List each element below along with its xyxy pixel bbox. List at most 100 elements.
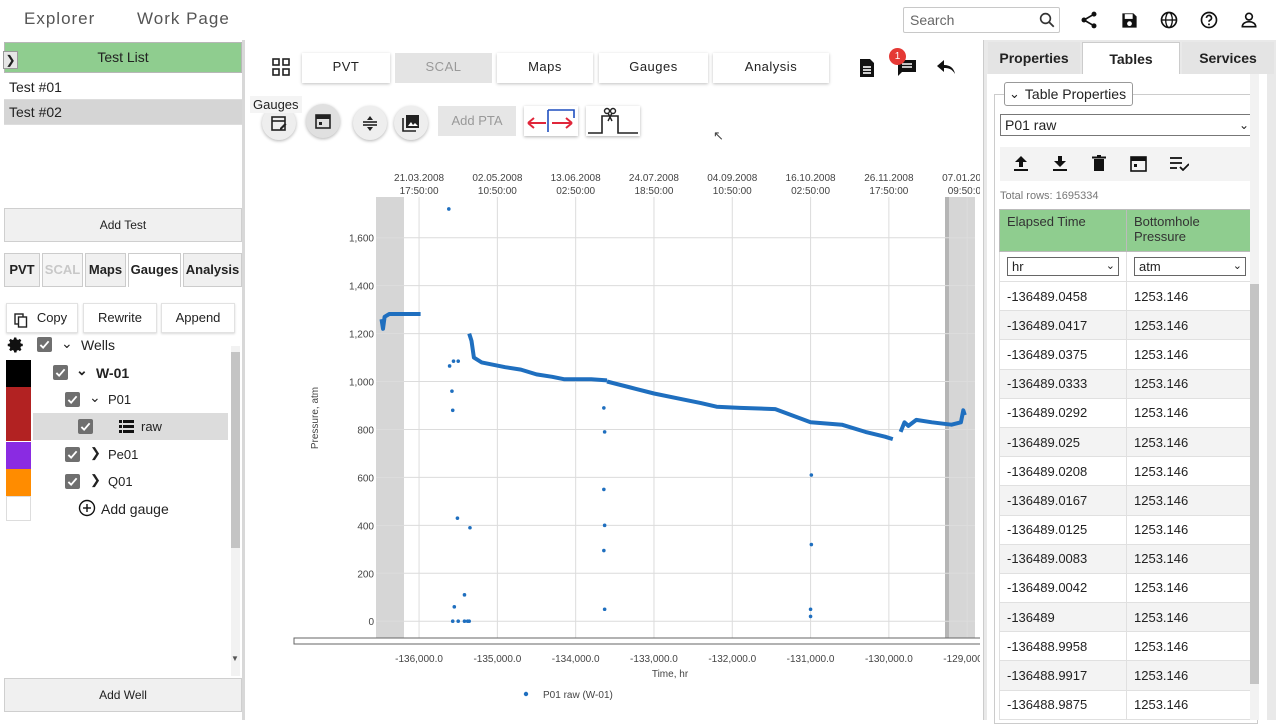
color-swatch[interactable] — [6, 414, 31, 441]
subtab-gauges[interactable]: Gauges — [128, 253, 181, 287]
table-scrollbar-thumb[interactable] — [1250, 284, 1259, 684]
subtab-maps[interactable]: Maps — [85, 253, 126, 287]
chevron-right-icon[interactable]: ❯ — [90, 445, 101, 461]
tab-gauges[interactable]: Gauges — [599, 53, 708, 83]
tab-services[interactable]: Services — [1182, 42, 1274, 74]
cell-elapsed-time[interactable]: -136488.9917 — [999, 660, 1127, 691]
globe-icon[interactable] — [1157, 8, 1181, 32]
cell-pressure[interactable]: 1253.146 — [1126, 485, 1254, 516]
cell-elapsed-time[interactable]: -136489.025 — [999, 426, 1127, 458]
cell-pressure[interactable]: 1253.146 — [1126, 339, 1254, 370]
table-row[interactable]: -136489.0167 1253.146 — [999, 485, 1254, 516]
table-properties-toggle[interactable]: ⌄ Table Properties — [1004, 82, 1134, 106]
table-row[interactable]: -136488.9917 1253.146 — [999, 660, 1254, 691]
scroll-down-icon[interactable]: ▼ — [231, 654, 239, 663]
cut-step-button[interactable] — [586, 106, 640, 136]
cell-pressure[interactable]: 1253.146 — [1126, 426, 1254, 458]
cell-elapsed-time[interactable]: -136489.0125 — [999, 514, 1127, 545]
gauge-checkbox[interactable] — [65, 392, 80, 407]
table-row[interactable]: -136489.0125 1253.146 — [999, 514, 1254, 545]
delete-icon[interactable] — [1092, 155, 1106, 175]
add-gauge-button[interactable]: Add gauge — [0, 495, 228, 522]
table-row[interactable]: -136489.0375 1253.146 — [999, 339, 1254, 370]
cell-pressure[interactable]: 1253.146 — [1126, 660, 1254, 691]
cell-elapsed-time[interactable]: -136488.9958 — [999, 631, 1127, 662]
help-icon[interactable] — [1197, 8, 1221, 32]
chevron-down-icon[interactable]: ⌄ — [76, 362, 88, 379]
cell-pressure[interactable]: 1253.146 — [1126, 572, 1254, 604]
nav-work-page[interactable]: Work Page — [137, 9, 230, 29]
calendar-button[interactable] — [306, 104, 340, 138]
table-row[interactable]: -136489.0083 1253.146 — [999, 543, 1254, 574]
cell-pressure[interactable]: 1253.146 — [1126, 543, 1254, 574]
add-well-button[interactable]: Add Well — [4, 678, 242, 712]
tree-row-raw[interactable]: raw — [33, 413, 228, 440]
table-row[interactable]: -136489.0333 1253.146 — [999, 368, 1254, 399]
cell-pressure[interactable]: 1253.146 — [1126, 456, 1254, 487]
cell-pressure[interactable]: 1253.146 — [1126, 689, 1254, 720]
table-row[interactable]: -136489.0208 1253.146 — [999, 456, 1254, 487]
rewrite-button[interactable]: Rewrite — [83, 303, 157, 333]
cell-elapsed-time[interactable]: -136489.0208 — [999, 456, 1127, 487]
compress-vertical-button[interactable] — [353, 106, 387, 140]
nav-explorer[interactable]: Explorer — [24, 9, 95, 29]
image-button[interactable] — [394, 106, 428, 140]
gear-icon[interactable] — [7, 336, 25, 357]
share-icon[interactable] — [1077, 8, 1101, 32]
gauge-checkbox[interactable] — [65, 474, 80, 489]
search-icon[interactable] — [1038, 11, 1056, 32]
cell-elapsed-time[interactable]: -136489.0292 — [999, 397, 1127, 428]
table-row[interactable]: -136488.9875 1253.146 — [999, 689, 1254, 720]
gauge-checkbox[interactable] — [65, 447, 80, 462]
tab-tables[interactable]: Tables — [1082, 42, 1180, 74]
tab-properties[interactable]: Properties — [988, 42, 1080, 74]
undo-icon[interactable] — [936, 58, 956, 79]
table-row[interactable]: -136489.0417 1253.146 — [999, 310, 1254, 341]
tab-analysis[interactable]: Analysis — [713, 53, 829, 83]
test-item[interactable]: Test #01 — [4, 75, 242, 100]
table-row[interactable]: -136489.0458 1253.146 — [999, 280, 1254, 312]
test-item-selected[interactable]: Test #02 — [4, 100, 242, 125]
add-pta-button[interactable]: Add PTA — [438, 106, 516, 136]
table-row[interactable]: -136489.025 1253.146 — [999, 426, 1254, 458]
cell-elapsed-time[interactable]: -136489.0333 — [999, 368, 1127, 399]
checklist-icon[interactable] — [1170, 156, 1190, 174]
search-input[interactable] — [910, 9, 1038, 31]
add-test-button[interactable]: Add Test — [4, 208, 242, 242]
cell-elapsed-time[interactable]: -136489.0042 — [999, 572, 1127, 604]
table-row[interactable]: -136488.9958 1253.146 — [999, 631, 1254, 662]
unit-select-pressure[interactable]: atm ⌄ — [1134, 257, 1246, 276]
save-icon[interactable] — [1117, 8, 1141, 32]
wells-checkbox[interactable] — [37, 337, 52, 352]
tab-maps[interactable]: Maps — [497, 53, 593, 83]
calendar-icon[interactable] — [1130, 155, 1147, 175]
cell-elapsed-time[interactable]: -136489.0458 — [999, 280, 1127, 312]
raw-checkbox[interactable] — [78, 419, 93, 434]
cell-elapsed-time[interactable]: -136489.0375 — [999, 339, 1127, 370]
cell-pressure[interactable]: 1253.146 — [1126, 397, 1254, 428]
chevron-down-icon[interactable]: ⌄ — [61, 335, 73, 352]
column-header-elapsed-time[interactable]: Elapsed Time — [999, 209, 1127, 252]
cell-pressure[interactable]: 1253.146 — [1126, 602, 1254, 633]
cell-pressure[interactable]: 1253.146 — [1126, 514, 1254, 545]
table-select[interactable]: P01 raw ⌄ — [1000, 114, 1254, 136]
tree-scrollbar-thumb[interactable] — [231, 352, 240, 548]
subtab-scal[interactable]: SCAL — [42, 253, 83, 287]
table-row[interactable]: -136489 1253.146 — [999, 602, 1254, 633]
chevron-right-icon[interactable]: ❯ — [3, 51, 18, 69]
table-row[interactable]: -136489.0292 1253.146 — [999, 397, 1254, 428]
tab-pvt[interactable]: PVT — [302, 53, 390, 83]
cell-pressure[interactable]: 1253.146 — [1126, 310, 1254, 341]
grid-view-icon[interactable] — [272, 58, 290, 79]
document-icon[interactable] — [858, 58, 876, 81]
account-icon[interactable] — [1237, 8, 1261, 32]
append-button[interactable]: Append — [161, 303, 235, 333]
cell-elapsed-time[interactable]: -136489.0083 — [999, 543, 1127, 574]
chevron-right-icon[interactable]: ❯ — [90, 472, 101, 488]
subtab-analysis[interactable]: Analysis — [183, 253, 242, 287]
column-header-bottomhole-pressure[interactable]: Bottomhole Pressure — [1126, 209, 1254, 252]
cell-elapsed-time[interactable]: -136489.0417 — [999, 310, 1127, 341]
chevron-down-icon[interactable]: ⌄ — [89, 389, 101, 406]
tab-scal[interactable]: SCAL — [395, 53, 492, 83]
cell-elapsed-time[interactable]: -136488.9875 — [999, 689, 1127, 720]
